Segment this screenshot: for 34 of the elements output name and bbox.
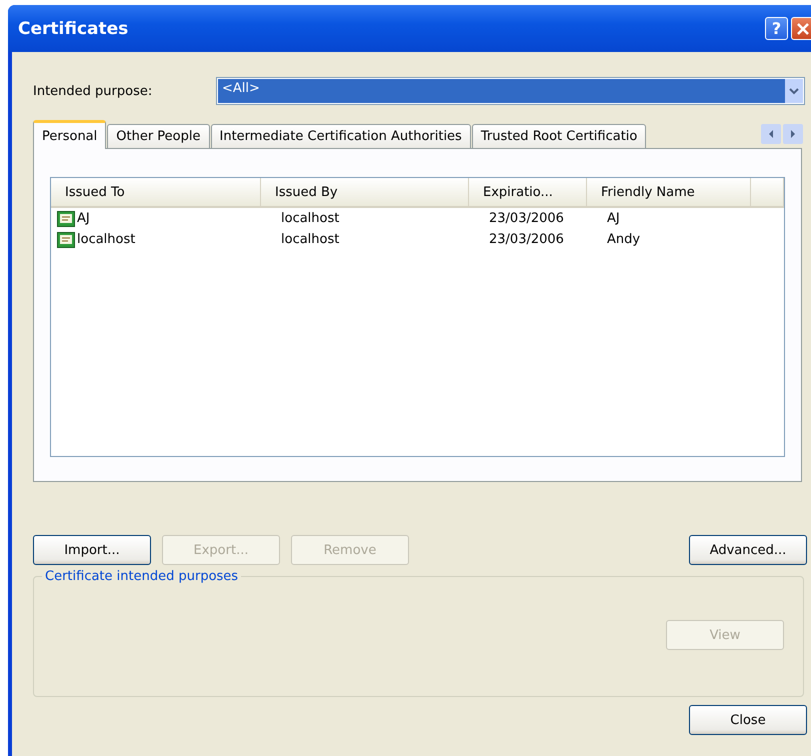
action-button[interactable]: Import... — [33, 535, 151, 565]
table-cell-text: 23/03/2006 — [488, 210, 565, 228]
group-title: Certificate intended purposes — [44, 569, 240, 584]
table-cell: localhost — [51, 229, 261, 250]
window-title: Certificates — [18, 18, 130, 38]
tab[interactable]: Personal — [33, 120, 106, 149]
column-header[interactable]: Issued To — [51, 178, 261, 208]
column-header[interactable]: Expiratio... — [469, 178, 587, 208]
scroll-left-button[interactable] — [761, 124, 781, 144]
close-dialog-button[interactable]: Close — [689, 705, 807, 735]
triangle-left-icon — [768, 130, 774, 138]
close-icon — [796, 22, 810, 36]
tab[interactable]: Intermediate Certification Authorities — [210, 124, 471, 149]
purpose-dropdown[interactable]: <All> — [216, 77, 805, 105]
table-cell-text: localhost — [280, 231, 340, 249]
triangle-right-icon — [790, 130, 796, 138]
table-cell-text: 23/03/2006 — [488, 231, 565, 249]
column-header — [751, 178, 784, 208]
column-header[interactable]: Issued By — [261, 178, 469, 208]
chevron-down-icon — [789, 88, 799, 94]
scroll-right-button[interactable] — [783, 124, 803, 144]
certificate-icon — [57, 210, 75, 226]
tab[interactable]: Other People — [107, 124, 210, 149]
tab[interactable]: Trusted Root Certificatio — [472, 124, 646, 149]
column-header[interactable]: Friendly Name — [587, 178, 751, 208]
table-cell: AJ — [51, 208, 261, 229]
table-cell-text: AJ — [606, 210, 621, 228]
action-button[interactable]: Advanced... — [689, 535, 807, 565]
purpose-label: Intended purpose: — [33, 84, 154, 98]
certificate-icon — [57, 232, 75, 248]
help-button[interactable]: ? — [765, 17, 788, 40]
close-button[interactable] — [791, 17, 811, 40]
table-cell-text: Andy — [606, 231, 642, 249]
table-cell-text: localhost — [280, 210, 340, 228]
